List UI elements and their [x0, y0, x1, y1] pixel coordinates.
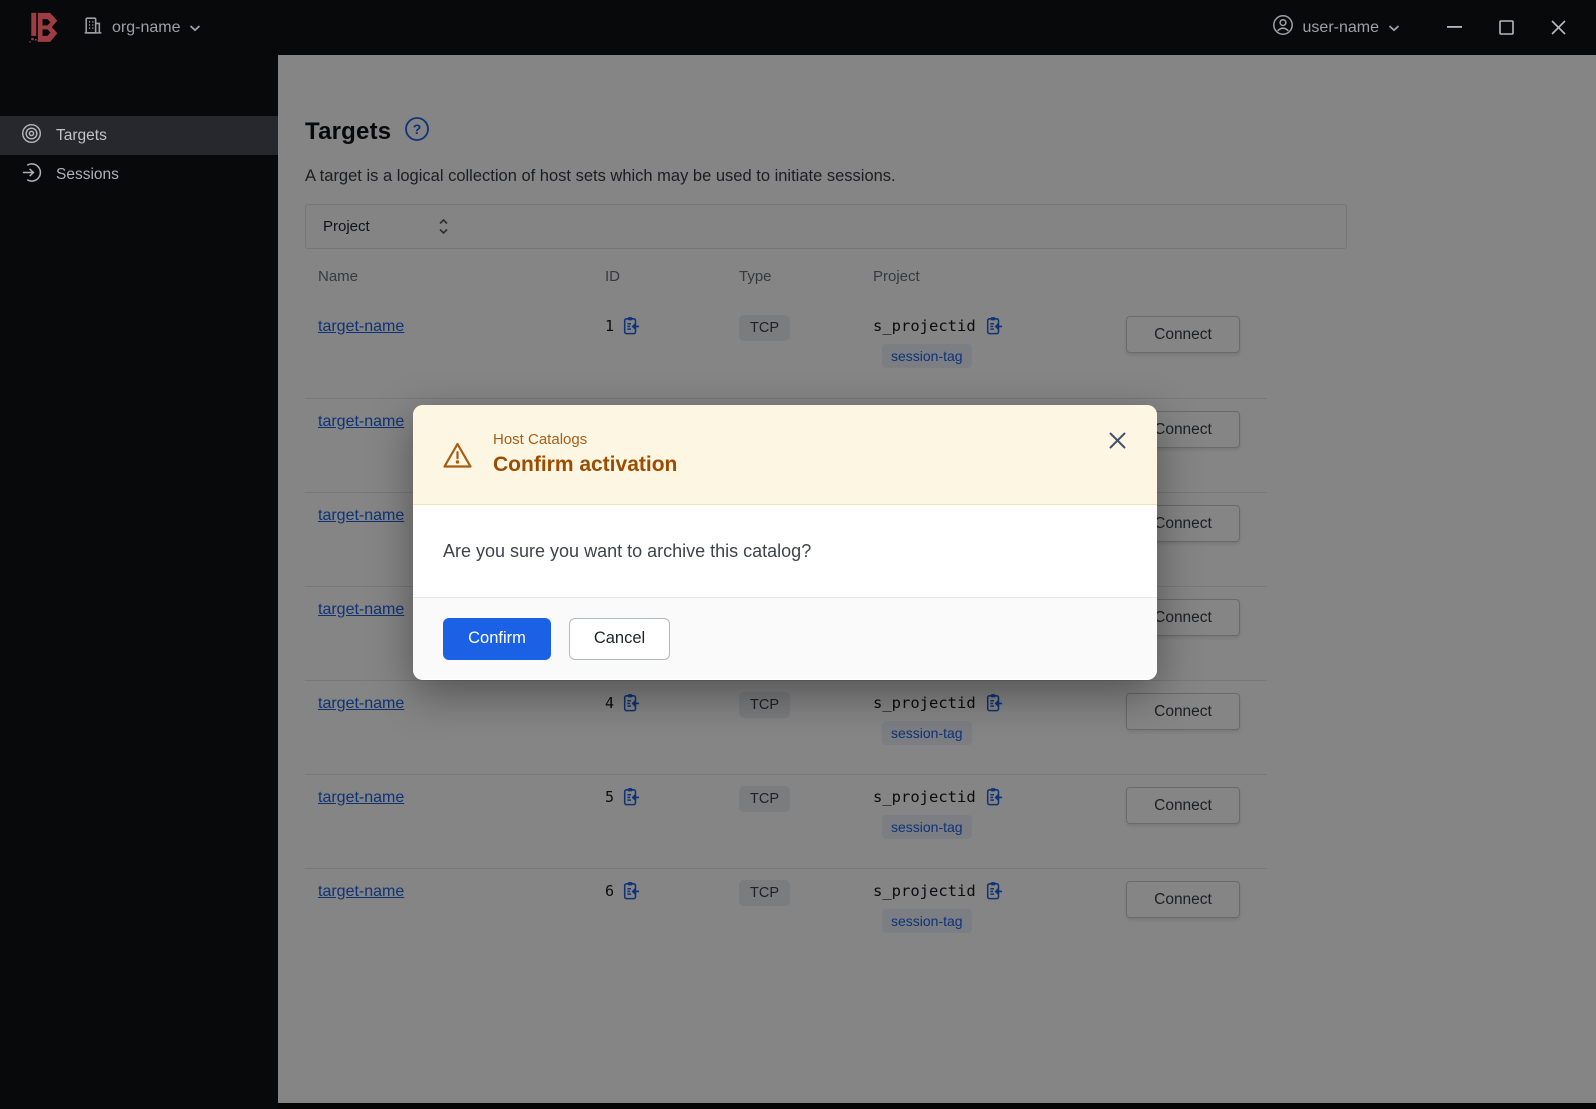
dialog-eyebrow: Host Catalogs: [493, 431, 588, 448]
session-icon: [21, 162, 42, 188]
target-icon: [21, 123, 42, 149]
org-switcher[interactable]: org-name: [82, 15, 201, 41]
dialog-title: Confirm activation: [493, 453, 678, 476]
warning-icon: [442, 441, 473, 475]
user-name-label: user-name: [1302, 18, 1379, 36]
close-icon[interactable]: [1108, 431, 1127, 455]
sidebar-item-label: Targets: [56, 126, 107, 144]
chevron-down-icon: [189, 19, 201, 37]
window-maximize-button[interactable]: [1480, 0, 1532, 55]
titlebar-right: user-name: [1272, 0, 1596, 55]
user-menu[interactable]: user-name: [1272, 14, 1400, 41]
org-name-label: org-name: [112, 18, 181, 36]
sidebar-item-targets[interactable]: Targets: [0, 116, 278, 155]
org-icon: [82, 15, 103, 41]
main-area: Targets ? A target is a logical collecti…: [278, 55, 1596, 1109]
sidebar-item-label: Sessions: [56, 165, 119, 183]
window-minimize-button[interactable]: [1428, 0, 1480, 55]
user-icon: [1272, 14, 1294, 41]
dialog-header: Host Catalogs Confirm activation: [413, 405, 1157, 505]
dialog-footer: Confirm Cancel: [413, 597, 1157, 679]
confirm-button[interactable]: Confirm: [443, 617, 551, 660]
window-close-button[interactable]: [1532, 0, 1584, 55]
confirm-dialog: Host Catalogs Confirm activation Are you…: [413, 405, 1157, 680]
dialog-body: Are you sure you want to archive this ca…: [413, 505, 1157, 597]
cancel-button[interactable]: Cancel: [569, 617, 670, 660]
dialog-question: Are you sure you want to archive this ca…: [443, 540, 812, 561]
boundary-logo-icon: [27, 10, 60, 46]
chevron-down-icon: [1388, 19, 1400, 37]
sidebar: Targets Sessions: [0, 55, 278, 1109]
sidebar-item-sessions[interactable]: Sessions: [0, 155, 278, 194]
title-bar: org-name user-name: [0, 0, 1596, 55]
